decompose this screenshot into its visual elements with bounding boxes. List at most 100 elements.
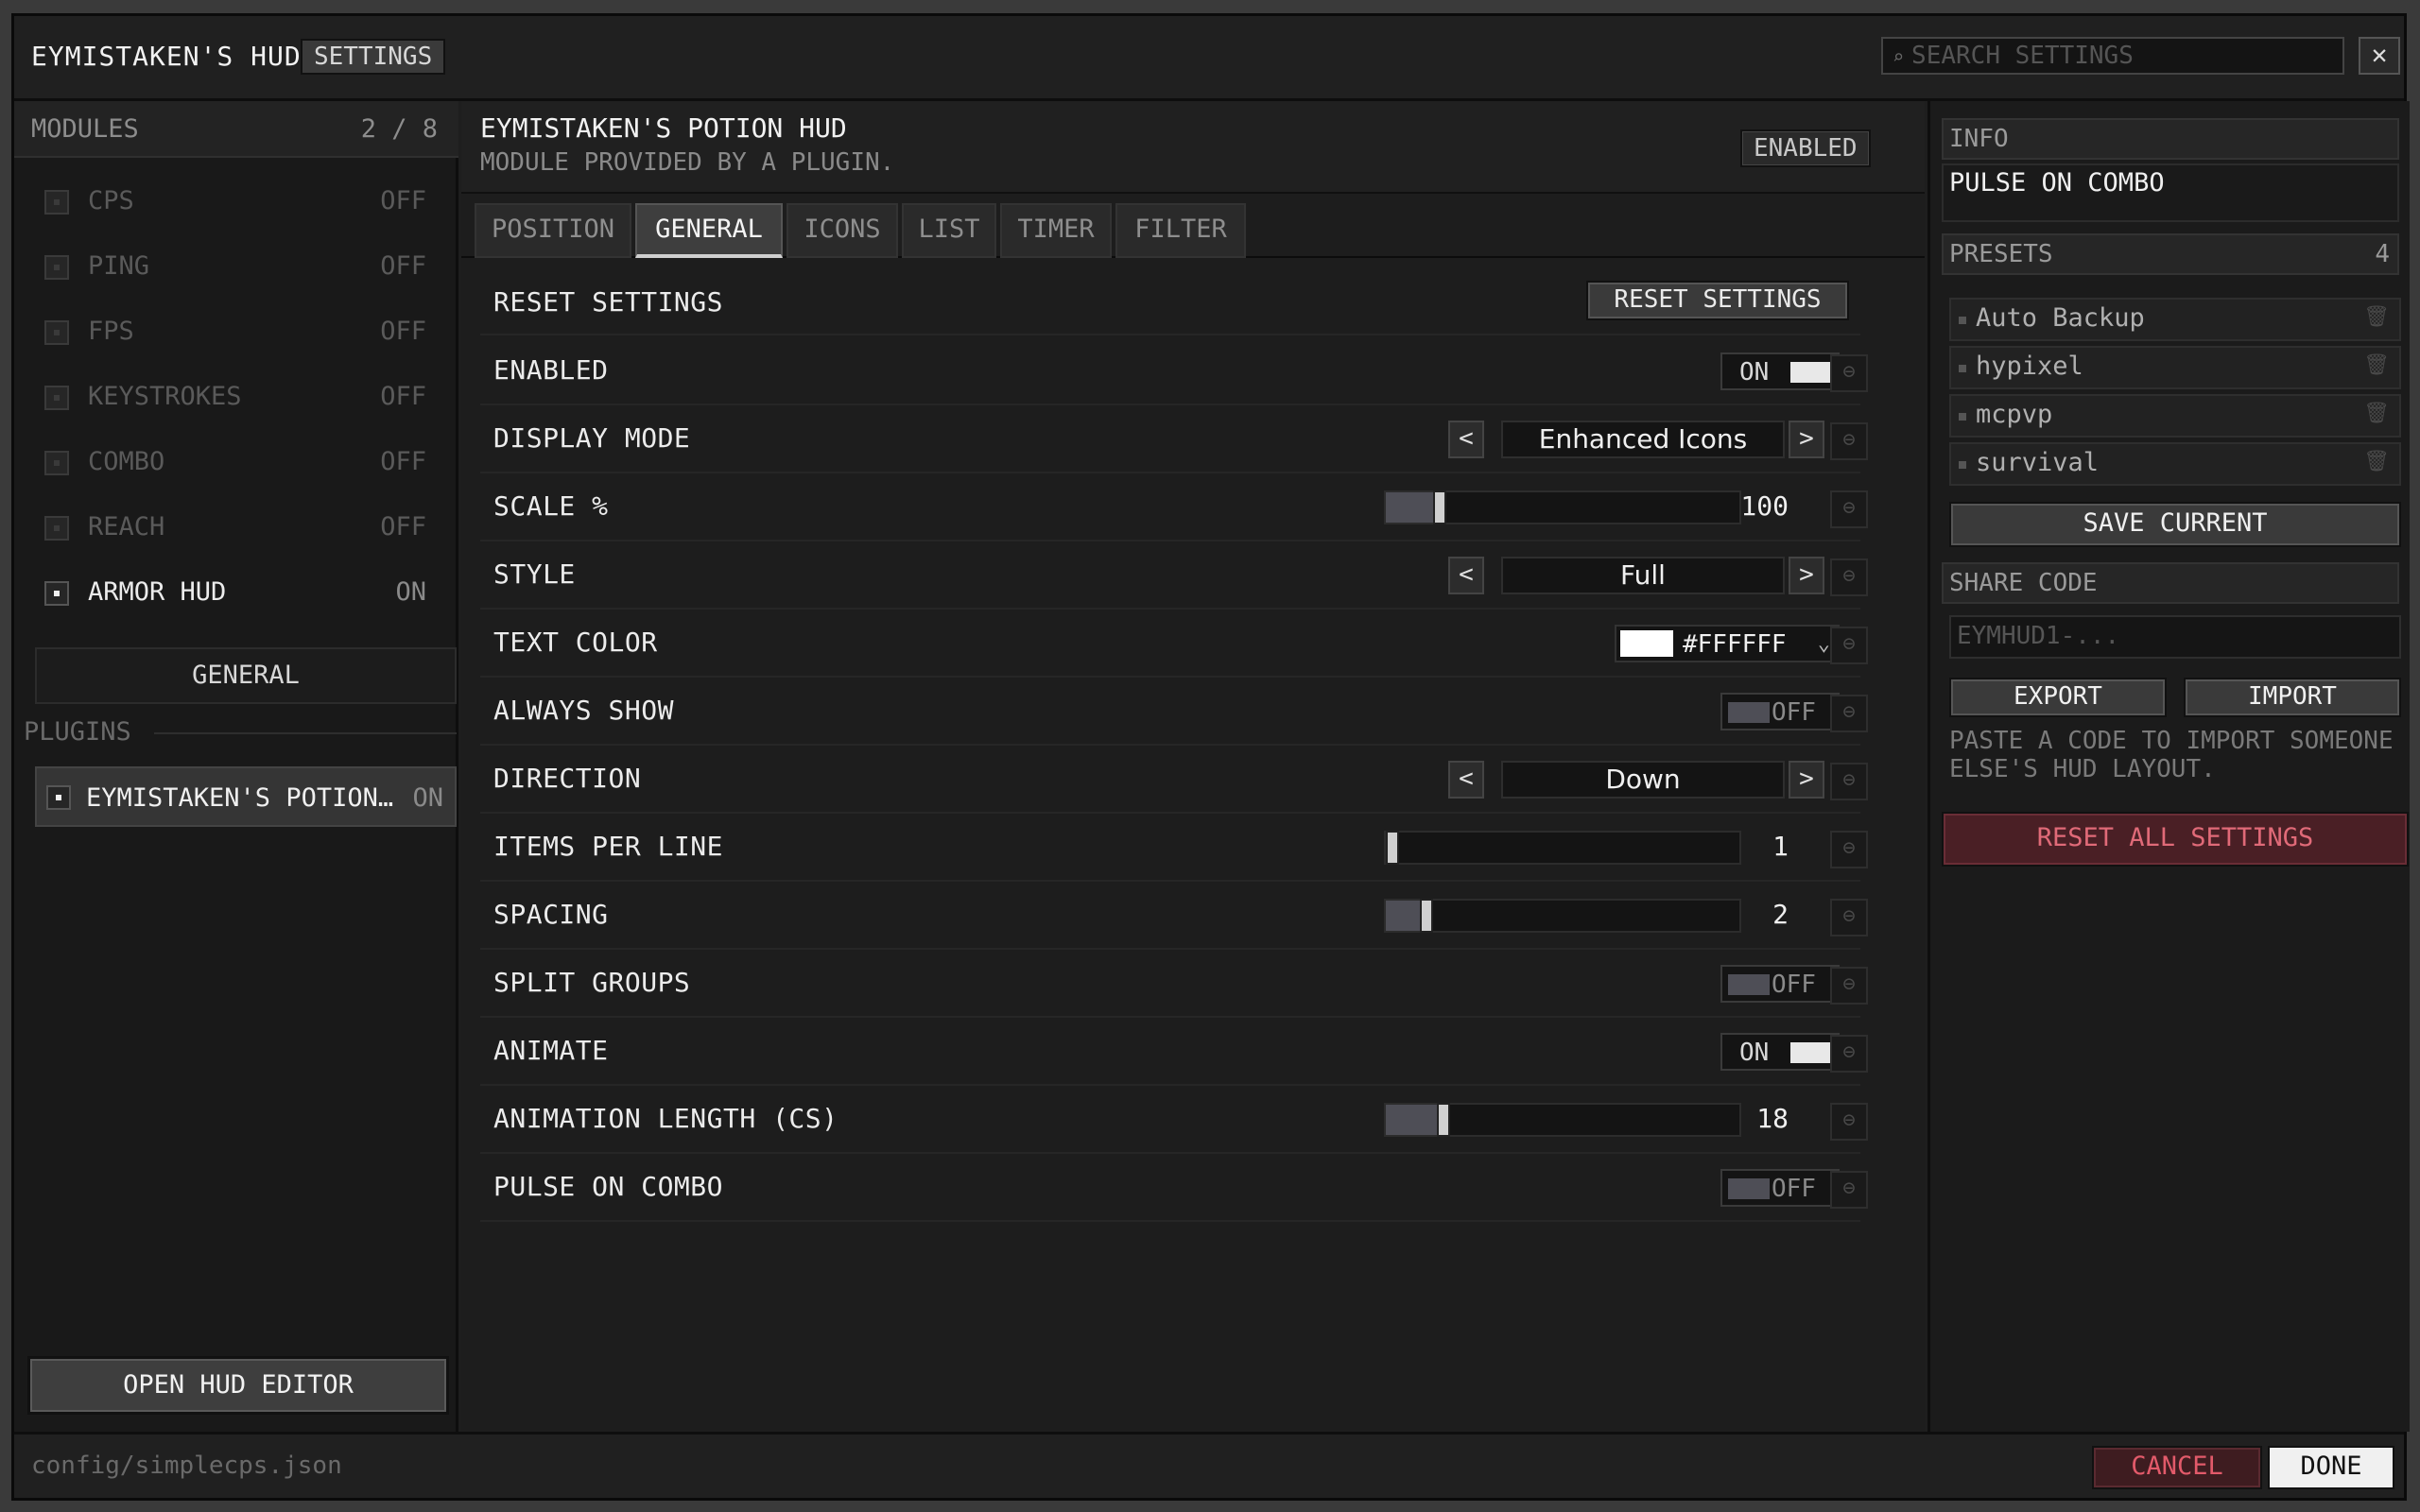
module-checkbox[interactable]	[44, 581, 69, 606]
spacing-value: 2	[1772, 899, 1789, 930]
plugin-checkbox[interactable]	[46, 785, 71, 810]
module-item-armor-hud[interactable]: ARMOR HUD ON	[33, 566, 449, 619]
reset-icon[interactable]: ⊖	[1830, 695, 1868, 732]
module-item-ping[interactable]: PING OFF	[33, 240, 449, 293]
module-item-combo[interactable]: COMBO OFF	[33, 436, 449, 489]
setting-row-reset: RESET SETTINGS RESET SETTINGS	[480, 269, 1860, 335]
reset-settings-button[interactable]: RESET SETTINGS	[1586, 281, 1849, 320]
scale-slider[interactable]	[1384, 490, 1741, 524]
tab-icons[interactable]: ICONS	[786, 203, 898, 258]
reset-icon[interactable]: ⊖	[1830, 490, 1868, 528]
save-current-button[interactable]: SAVE CURRENT	[1949, 502, 2401, 547]
module-checkbox[interactable]	[44, 255, 69, 280]
toggle-knob	[1790, 362, 1830, 383]
next-arrow-button[interactable]: >	[1789, 421, 1824, 458]
tab-filter[interactable]: FILTER	[1115, 203, 1246, 258]
export-button[interactable]: EXPORT	[1949, 678, 2167, 717]
setting-row-style: STYLE < Full > ⊖	[480, 541, 1868, 610]
module-checkbox[interactable]	[44, 516, 69, 541]
prev-arrow-button[interactable]: <	[1448, 421, 1484, 458]
open-hud-editor-button[interactable]: OPEN HUD EDITOR	[27, 1356, 449, 1415]
prev-arrow-button[interactable]: <	[1448, 557, 1484, 594]
trash-icon[interactable]: 🗑	[2363, 450, 2390, 473]
reset-icon[interactable]: ⊖	[1830, 831, 1868, 868]
reset-icon[interactable]: ⊖	[1830, 967, 1868, 1005]
items-per-line-slider[interactable]	[1384, 831, 1741, 865]
preset-item[interactable]: Auto Backup 🗑	[1949, 298, 2401, 341]
hud-settings-window: EYMISTAKEN'S HUD SETTINGS ⌕ SEARCH SETTIN…	[11, 13, 2410, 1501]
reset-all-settings-button[interactable]: RESET ALL SETTINGS	[1942, 812, 2409, 867]
preset-bullet	[1959, 317, 1966, 324]
tab-general[interactable]: GENERAL	[635, 203, 783, 258]
reset-icon[interactable]: ⊖	[1830, 763, 1868, 800]
module-checkbox[interactable]	[44, 451, 69, 475]
plugin-item-potion-hud[interactable]: EYMISTAKEN'S POTION… ON	[35, 766, 457, 827]
next-arrow-button[interactable]: >	[1789, 557, 1824, 594]
prev-arrow-button[interactable]: <	[1448, 761, 1484, 799]
module-name: REACH	[88, 512, 165, 541]
module-item-fps[interactable]: FPS OFF	[33, 305, 449, 358]
info-header: INFO	[1942, 118, 2399, 160]
reset-icon[interactable]: ⊖	[1830, 899, 1868, 936]
reset-icon[interactable]: ⊖	[1830, 1171, 1868, 1209]
cancel-button[interactable]: CANCEL	[2092, 1446, 2262, 1489]
animate-toggle[interactable]: ON	[1720, 1033, 1840, 1071]
reset-icon[interactable]: ⊖	[1830, 558, 1868, 596]
spacing-slider[interactable]	[1384, 899, 1741, 933]
setting-label: ANIMATION LENGTH (CS)	[493, 1103, 838, 1134]
module-checkbox[interactable]	[44, 190, 69, 215]
module-name: CPS	[88, 186, 134, 215]
module-name: COMBO	[88, 447, 165, 476]
reset-icon[interactable]: ⊖	[1830, 354, 1868, 392]
reset-icon[interactable]: ⊖	[1830, 1035, 1868, 1073]
modules-count: 2 / 8	[360, 114, 438, 144]
tab-position[interactable]: POSITION	[475, 203, 631, 258]
enabled-toggle[interactable]: ON	[1720, 352, 1840, 390]
setting-row-pulse-on-combo: PULSE ON COMBO OFF ⊖	[480, 1154, 1868, 1222]
module-item-keystrokes[interactable]: KEYSTROKES OFF	[33, 370, 449, 423]
setting-row-items-per-line: ITEMS PER LINE 1 ⊖	[480, 814, 1868, 882]
module-item-reach[interactable]: REACH OFF	[33, 501, 449, 554]
module-checkbox[interactable]	[44, 386, 69, 410]
setting-row-animate: ANIMATE ON ⊖	[480, 1018, 1868, 1086]
reset-icon[interactable]: ⊖	[1830, 627, 1868, 664]
module-state: OFF	[380, 251, 426, 281]
chevron-right-icon: >	[1799, 560, 1814, 589]
next-arrow-button[interactable]: >	[1789, 761, 1824, 799]
module-item-cps[interactable]: CPS OFF	[33, 175, 449, 228]
general-button[interactable]: GENERAL	[35, 647, 457, 704]
slider-thumb[interactable]	[1433, 490, 1446, 524]
plugins-divider	[154, 732, 457, 734]
text-color-picker[interactable]: #FFFFFF ⌄	[1615, 625, 1840, 662]
preset-item[interactable]: hypixel 🗑	[1949, 346, 2401, 389]
animation-length-slider[interactable]	[1384, 1103, 1741, 1137]
share-code-input[interactable]: EYMHUD1-...	[1949, 615, 2401, 659]
pulse-on-combo-toggle[interactable]: OFF	[1720, 1169, 1840, 1207]
preset-item[interactable]: mcpvp 🗑	[1949, 394, 2401, 438]
module-name: KEYSTROKES	[88, 382, 242, 411]
done-button[interactable]: DONE	[2268, 1446, 2394, 1489]
slider-thumb[interactable]	[1437, 1103, 1450, 1137]
trash-icon[interactable]: 🗑	[2363, 402, 2390, 425]
style-value: Full	[1501, 557, 1785, 594]
modules-sidebar: MODULES 2 / 8 CPS OFF PING OFF FPS OFF K…	[14, 101, 458, 1432]
preset-item[interactable]: survival 🗑	[1949, 442, 2401, 486]
chevron-left-icon: <	[1459, 424, 1474, 453]
slider-thumb[interactable]	[1420, 899, 1433, 933]
search-input[interactable]: ⌕ SEARCH SETTINGS	[1881, 37, 2344, 75]
items-per-line-value: 1	[1772, 831, 1789, 862]
toggle-knob	[1728, 1178, 1770, 1199]
import-button[interactable]: IMPORT	[2184, 678, 2401, 717]
reset-icon[interactable]: ⊖	[1830, 1103, 1868, 1141]
close-button[interactable]: ✕	[2359, 37, 2400, 75]
tab-list[interactable]: LIST	[902, 203, 996, 258]
chevron-left-icon: <	[1459, 765, 1474, 793]
slider-thumb[interactable]	[1386, 831, 1399, 865]
module-checkbox[interactable]	[44, 320, 69, 345]
trash-icon[interactable]: 🗑	[2363, 353, 2390, 377]
split-groups-toggle[interactable]: OFF	[1720, 965, 1840, 1003]
tab-timer[interactable]: TIMER	[1000, 203, 1112, 258]
always-show-toggle[interactable]: OFF	[1720, 693, 1840, 730]
trash-icon[interactable]: 🗑	[2363, 305, 2390, 329]
reset-icon[interactable]: ⊖	[1830, 422, 1868, 460]
